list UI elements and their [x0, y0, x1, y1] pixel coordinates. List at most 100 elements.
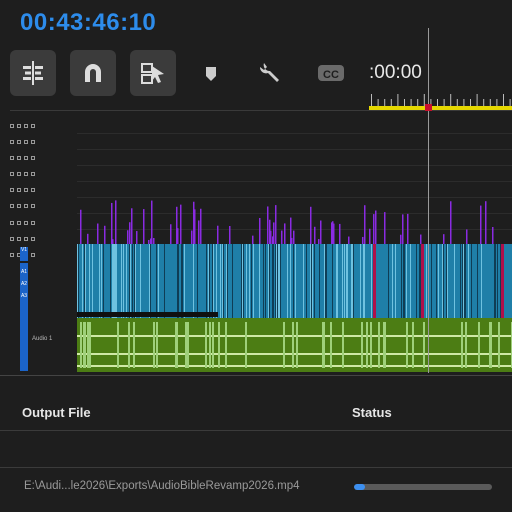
timeline-settings-button[interactable]	[248, 50, 294, 96]
add-marker-button[interactable]	[188, 50, 234, 96]
time-ruler-ticks[interactable]	[369, 94, 512, 106]
clip-edge	[324, 244, 325, 318]
clip-edge	[268, 244, 269, 318]
playhead-line[interactable]	[428, 28, 429, 373]
clip-edge	[419, 244, 420, 318]
video-track-header[interactable]	[10, 182, 77, 197]
marker-spike	[229, 225, 231, 244]
audio-clip-band[interactable]	[77, 318, 512, 372]
toggle-icon[interactable]	[24, 236, 28, 241]
eye-icon[interactable]	[31, 187, 35, 192]
lock-icon[interactable]	[10, 236, 14, 241]
audio-track-targets[interactable]: A1 A2 A3	[20, 263, 28, 371]
audio-waveform-peak	[205, 322, 207, 368]
eye-icon[interactable]	[31, 220, 35, 225]
clip-edge	[265, 244, 266, 318]
timecode-display[interactable]: 00:43:46:10	[20, 9, 156, 37]
ruler-tick	[377, 99, 379, 106]
insert-edit-button[interactable]	[10, 50, 56, 96]
marker-spike	[136, 231, 138, 244]
clip-edge	[471, 244, 472, 318]
video-track-header[interactable]	[10, 118, 77, 133]
marker-spike	[275, 205, 277, 244]
lock-icon[interactable]	[10, 139, 14, 144]
toggle-icon[interactable]	[17, 155, 21, 160]
toggle-icon[interactable]	[17, 171, 21, 176]
toggle-icon[interactable]	[24, 187, 28, 192]
ruler-tick	[417, 99, 419, 106]
marker-spike	[362, 236, 364, 244]
audio-track-tag[interactable]: A2	[20, 281, 28, 287]
clip-edge	[89, 244, 90, 318]
audio-waveform-peak	[342, 322, 344, 368]
eye-icon[interactable]	[31, 171, 35, 176]
marker-spike	[318, 239, 320, 244]
video-track-header[interactable]	[10, 215, 77, 230]
eye-icon[interactable]	[31, 203, 35, 208]
clip-edge	[290, 244, 291, 318]
clip-edge	[497, 244, 498, 318]
eye-icon[interactable]	[31, 123, 35, 128]
video-track-header[interactable]	[10, 231, 77, 246]
audio-track-tag[interactable]: A3	[20, 293, 28, 299]
eye-icon[interactable]	[31, 252, 35, 257]
render-progress-fill	[354, 484, 366, 490]
toggle-icon[interactable]	[17, 139, 21, 144]
toggle-icon[interactable]	[24, 155, 28, 160]
queue-item-output-path[interactable]: E:\Audi...le2026\Exports\AudioBibleRevam…	[24, 480, 300, 492]
eye-icon[interactable]	[31, 139, 35, 144]
video-track-header[interactable]	[10, 134, 77, 149]
marker-spike	[291, 237, 293, 244]
clip-edge	[99, 244, 100, 318]
ruler-tick	[410, 99, 412, 106]
clip-edge	[481, 244, 482, 318]
toggle-icon[interactable]	[24, 139, 28, 144]
toggle-icon[interactable]	[17, 220, 21, 225]
clip-edge	[123, 244, 124, 318]
toggle-icon[interactable]	[17, 236, 21, 241]
video-track-header[interactable]	[10, 166, 77, 181]
track-target-v1[interactable]: V1	[20, 247, 28, 261]
eye-icon[interactable]	[31, 236, 35, 241]
captions-button[interactable]: CC	[308, 50, 354, 96]
clip-edge	[447, 244, 448, 318]
playhead-marker[interactable]	[425, 104, 432, 111]
toggle-icon[interactable]	[24, 220, 28, 225]
clip-edge	[326, 244, 327, 318]
lock-icon[interactable]	[10, 155, 14, 160]
clip-edge	[114, 244, 115, 318]
column-status[interactable]: Status	[352, 405, 392, 420]
clip-edge	[227, 244, 228, 318]
audio-waveform-peak	[383, 322, 385, 368]
lock-icon[interactable]	[10, 252, 14, 257]
toggle-icon[interactable]	[17, 187, 21, 192]
lock-icon[interactable]	[10, 187, 14, 192]
timeline-tracks[interactable]	[77, 113, 512, 375]
clip-edge	[223, 244, 224, 318]
toggle-icon[interactable]	[17, 123, 21, 128]
linked-selection-button[interactable]	[130, 50, 176, 96]
ruler-tick	[384, 99, 386, 106]
lock-icon[interactable]	[10, 171, 14, 176]
marker-spike	[369, 228, 371, 244]
track-row-line	[77, 213, 512, 214]
lock-icon[interactable]	[10, 203, 14, 208]
marker-spike	[198, 220, 200, 244]
video-track-header[interactable]	[10, 150, 77, 165]
clip-edge	[103, 244, 104, 318]
toggle-icon[interactable]	[24, 123, 28, 128]
lock-icon[interactable]	[10, 123, 14, 128]
clip-edge	[477, 244, 478, 318]
video-track-header[interactable]	[10, 198, 77, 213]
audio-waveform-peak	[292, 322, 294, 368]
toggle-icon[interactable]	[17, 203, 21, 208]
snap-button[interactable]	[70, 50, 116, 96]
lock-icon[interactable]	[10, 220, 14, 225]
audio-track-tag[interactable]: A1	[20, 269, 28, 275]
toggle-icon[interactable]	[24, 203, 28, 208]
clip-edge	[222, 244, 223, 318]
column-output-file[interactable]: Output File	[22, 405, 91, 420]
toggle-icon[interactable]	[24, 171, 28, 176]
eye-icon[interactable]	[31, 155, 35, 160]
ruler-tick	[496, 99, 498, 106]
